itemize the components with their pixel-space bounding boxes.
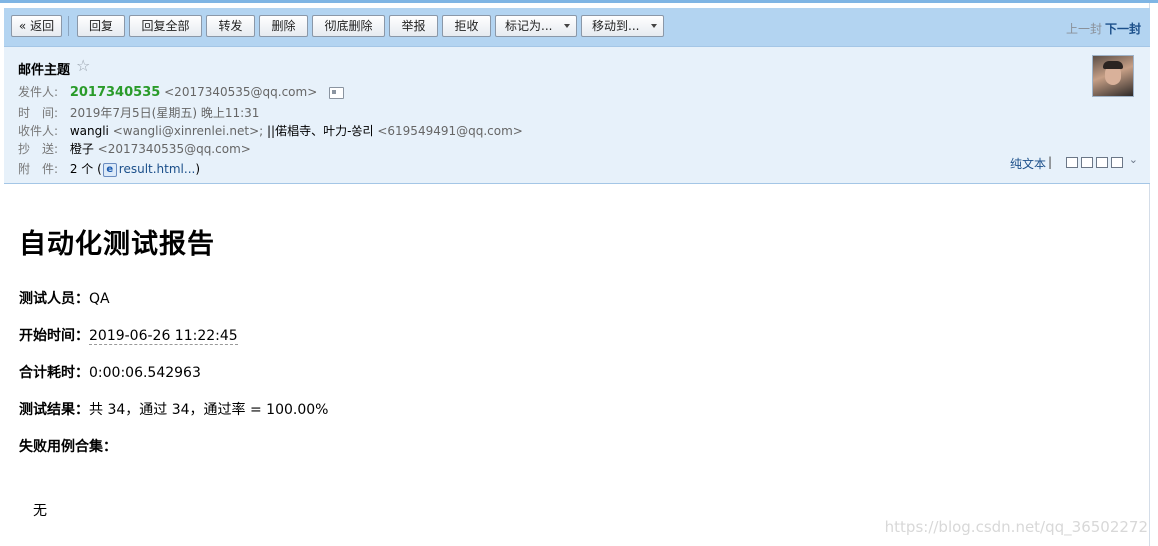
contact-card-icon[interactable] [329, 86, 345, 99]
reply-button[interactable]: 回复 [77, 15, 125, 37]
chevron-down-icon [564, 24, 570, 28]
failed-cases-value: 无 [33, 503, 47, 519]
tester-value: QA [89, 291, 110, 307]
avatar-hair [1103, 61, 1123, 69]
attachment-close-paren: ) [195, 162, 201, 176]
result-field: 测试结果：共 34，通过 34，通过率 = 100.00% [19, 399, 328, 419]
chevron-down-icon [651, 24, 657, 28]
forward-button[interactable]: 转发 [206, 15, 255, 37]
start-time-value: 2019-06-26 11:22:45 [89, 328, 238, 345]
toolbar-divider: | [1047, 155, 1052, 169]
delete-button[interactable]: 删除 [259, 15, 308, 37]
mail-subject: 邮件主题 [18, 63, 71, 78]
cc-label: 抄 送: [18, 142, 59, 156]
sender-name[interactable]: 2017340535 [70, 85, 160, 100]
note-icon[interactable] [1081, 157, 1093, 168]
mark-as-dropdown[interactable]: 标记为... [495, 15, 577, 37]
result-label: 测试结果： [19, 402, 89, 418]
save-icon[interactable] [1096, 157, 1108, 168]
tester-field: 测试人员：QA [19, 288, 110, 308]
duration-value: 0:00:06.542963 [89, 365, 201, 381]
to-row: 收件人: wangli <wangli@xinrenlei.net>; ||偌椙… [18, 122, 523, 139]
report-title: 自动化测试报告 [19, 229, 215, 260]
move-to-dropdown[interactable]: 移动到... [581, 15, 664, 37]
from-row: 发件人: 2017340535 <2017340535@qq.com> [18, 83, 345, 100]
recipient-email-2: <619549491@qq.com> [377, 124, 523, 138]
watermark: https://blog.csdn.net/qq_36502272 [884, 518, 1148, 536]
duration-field: 合计耗时：0:00:06.542963 [19, 362, 201, 382]
tester-label: 测试人员： [19, 291, 89, 307]
prev-mail-link[interactable]: 上一封 [1066, 20, 1102, 37]
result-value: 共 34，通过 34，通过率 = 100.00% [89, 402, 329, 418]
cc-email: <2017340535@qq.com> [97, 142, 251, 156]
print-icon[interactable] [1111, 157, 1123, 168]
reply-all-button[interactable]: 回复全部 [129, 15, 202, 37]
start-time-field: 开始时间：2019-06-26 11:22:45 [19, 325, 238, 345]
attachment-count: 2 个 ( [69, 162, 102, 176]
cc-name[interactable]: 橙子 [70, 142, 94, 156]
delete-permanently-button[interactable]: 彻底删除 [312, 15, 385, 37]
sender-email: <2017340535@qq.com> [164, 85, 318, 99]
recipient-name[interactable]: wangli [70, 124, 109, 138]
attachment-label: 附 件: [18, 162, 59, 176]
duration-label: 合计耗时： [19, 365, 89, 381]
sender-avatar[interactable] [1092, 55, 1134, 97]
to-label: 收件人: [18, 124, 59, 138]
top-border [0, 0, 1158, 3]
reject-button[interactable]: 拒收 [442, 15, 491, 37]
mail-toolbar: « 返回 回复 回复全部 转发 删除 彻底删除 举报 拒收 标记为... 移动到… [4, 8, 1150, 47]
failed-cases-field: 失败用例合集： [19, 436, 117, 456]
back-button[interactable]: « 返回 [11, 15, 62, 37]
time-label: 时 间: [18, 106, 59, 120]
star-icon[interactable]: ☆ [76, 56, 90, 75]
time-row: 时 间: 2019年7月5日(星期五) 晚上11:31 [18, 104, 259, 121]
toolbar-divider [68, 16, 69, 36]
recipient-name-2[interactable]: ||偌椙寺、叶力-쏭리 [267, 124, 374, 138]
attachment-row: 附 件: 2 个 (e result.html...) [18, 160, 200, 177]
cc-row: 抄 送: 橙子 <2017340535@qq.com> [18, 140, 251, 157]
plain-text-link[interactable]: 纯文本 [1010, 155, 1046, 172]
mail-header: 邮件主题 ☆ 发件人: 2017340535 <2017340535@qq.co… [4, 47, 1150, 184]
next-mail-link[interactable]: 下一封 [1105, 20, 1141, 37]
new-window-icon[interactable] [1066, 157, 1078, 168]
mark-as-label: 标记为... [505, 19, 553, 33]
failed-cases-label: 失败用例合集： [19, 439, 117, 455]
move-to-label: 移动到... [592, 19, 640, 33]
chevron-down-icon[interactable]: ⌄ [1129, 153, 1138, 166]
report-button[interactable]: 举报 [389, 15, 438, 37]
from-label: 发件人: [18, 85, 59, 99]
sent-time: 2019年7月5日(星期五) 晚上11:31 [69, 106, 260, 120]
recipient-email: <wangli@xinrenlei.net>; [112, 124, 264, 138]
attachment-link[interactable]: result.html... [119, 162, 196, 176]
html-file-icon: e [102, 162, 117, 177]
start-time-label: 开始时间： [19, 328, 89, 344]
